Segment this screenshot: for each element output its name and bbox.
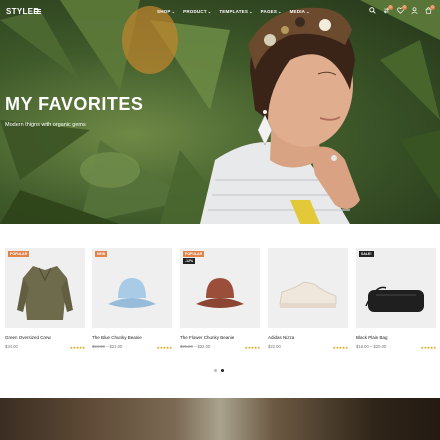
- old-price: $25.00: [180, 344, 193, 349]
- nav-product-label: PRODUCT: [183, 9, 207, 14]
- product-carousel: POPULAR Green Oversized Crew $34.00 ★★★★…: [0, 248, 440, 358]
- price-separator: –: [105, 344, 109, 349]
- promo-tag: SALE!: [359, 251, 374, 257]
- product-image[interactable]: NEW: [92, 248, 172, 328]
- carousel-pagination: [214, 369, 224, 372]
- promo-tag: POPULAR: [8, 251, 30, 257]
- sneaker-image: [279, 281, 337, 308]
- product-image[interactable]: POPULAR: [5, 248, 85, 328]
- nav-product[interactable]: PRODUCT⌄: [183, 9, 211, 14]
- hero-subtitle: Modern thigns with organic gems: [5, 122, 86, 128]
- rating-stars: ★★★★★: [244, 346, 260, 350]
- rating-stars: ★★★★★: [156, 346, 172, 350]
- discount-tag: -12%: [183, 258, 196, 264]
- nav-pages-label: PAGES: [260, 9, 278, 14]
- page: STYLER SHOP⌄ PRODUCT⌄ TEMPLATES⌄ PAGES⌄ …: [0, 0, 440, 440]
- price: $21.00: [109, 344, 123, 349]
- carousel-dot-active[interactable]: [221, 369, 224, 372]
- sweater-image: [17, 266, 73, 320]
- chevron-down-icon: ⌄: [171, 9, 176, 14]
- bag-image: [365, 286, 424, 312]
- wishlist-count-badge: 0: [402, 5, 407, 10]
- top-navigation-bar: STYLER SHOP⌄ PRODUCT⌄ TEMPLATES⌄ PAGES⌄ …: [0, 0, 440, 24]
- compare-icon[interactable]: 0: [382, 5, 393, 15]
- cart-icon[interactable]: 0: [424, 5, 435, 15]
- price: $22.00: [268, 344, 281, 349]
- chevron-down-icon: ⌄: [207, 9, 212, 14]
- nav-shop[interactable]: SHOP⌄: [157, 9, 175, 14]
- main-nav: SHOP⌄ PRODUCT⌄ TEMPLATES⌄ PAGES⌄ MEDIA⌄: [157, 9, 310, 14]
- max-price: $20.00: [373, 344, 387, 349]
- nav-media-label: MEDIA: [289, 9, 306, 14]
- product-card[interactable]: Adidas Nizza $22.00 ★★★★★: [268, 248, 348, 350]
- nav-templates-label: TEMPLATES: [219, 9, 249, 14]
- product-name[interactable]: The Blue Chunky Beanie: [92, 335, 172, 340]
- rating-stars: ★★★★★: [69, 346, 85, 350]
- user-icon[interactable]: [410, 7, 418, 15]
- hero-banner[interactable]: STYLER SHOP⌄ PRODUCT⌄ TEMPLATES⌄ PAGES⌄ …: [0, 0, 440, 224]
- rating-stars: ★★★★★: [332, 346, 348, 350]
- min-price: $18.00: [356, 344, 369, 349]
- rating-stars: ★★★★★: [420, 346, 436, 350]
- price: $34.00: [5, 344, 18, 349]
- old-price: $24.00: [92, 344, 105, 349]
- product-name[interactable]: Green Oversized Crew: [5, 335, 85, 340]
- search-icon[interactable]: [368, 7, 376, 15]
- chevron-down-icon: ⌄: [249, 9, 253, 14]
- product-image[interactable]: POPULAR -12%: [180, 248, 260, 328]
- nav-pages[interactable]: PAGES⌄: [261, 9, 282, 14]
- product-image[interactable]: SALE!: [356, 248, 436, 328]
- product-card[interactable]: SALE! Black Plain Bag $18.00 – $20.00 ★★…: [356, 248, 436, 350]
- nav-media[interactable]: MEDIA⌄: [290, 9, 310, 14]
- heart-icon[interactable]: 0: [396, 5, 407, 15]
- bottom-banner-image: [0, 398, 440, 440]
- nav-shop-label: SHOP: [157, 9, 171, 14]
- product-name[interactable]: Adidas Nizza: [268, 335, 348, 340]
- product-image[interactable]: [268, 248, 348, 328]
- price-separator: –: [193, 344, 197, 349]
- product-name[interactable]: The Flower Chunky Beanie: [180, 335, 260, 340]
- product-card[interactable]: POPULAR -12% The Flower Chunky Beanie $2…: [180, 248, 260, 350]
- cart-count-badge: 0: [430, 5, 435, 10]
- product-card[interactable]: NEW The Blue Chunky Beanie $24.00 – $21.…: [92, 248, 172, 350]
- carousel-dot[interactable]: [214, 369, 217, 372]
- product-name[interactable]: Black Plain Bag: [356, 335, 436, 340]
- promo-tag: NEW: [95, 251, 108, 257]
- price: $22.00: [197, 344, 211, 349]
- hero-title: MY FAVORITES: [5, 94, 144, 114]
- blue-hat-image: [108, 278, 156, 308]
- menu-icon[interactable]: [34, 9, 41, 14]
- compare-count-badge: 0: [388, 5, 393, 10]
- promo-tag: POPULAR: [183, 251, 205, 257]
- chevron-down-icon: ⌄: [278, 9, 282, 14]
- price-separator: –: [369, 344, 373, 349]
- product-card[interactable]: POPULAR Green Oversized Crew $34.00 ★★★★…: [5, 248, 85, 350]
- nav-templates[interactable]: TEMPLATES⌄: [219, 9, 252, 14]
- chevron-down-icon: ⌄: [306, 9, 310, 14]
- header-icons: 0 0 0: [368, 5, 435, 15]
